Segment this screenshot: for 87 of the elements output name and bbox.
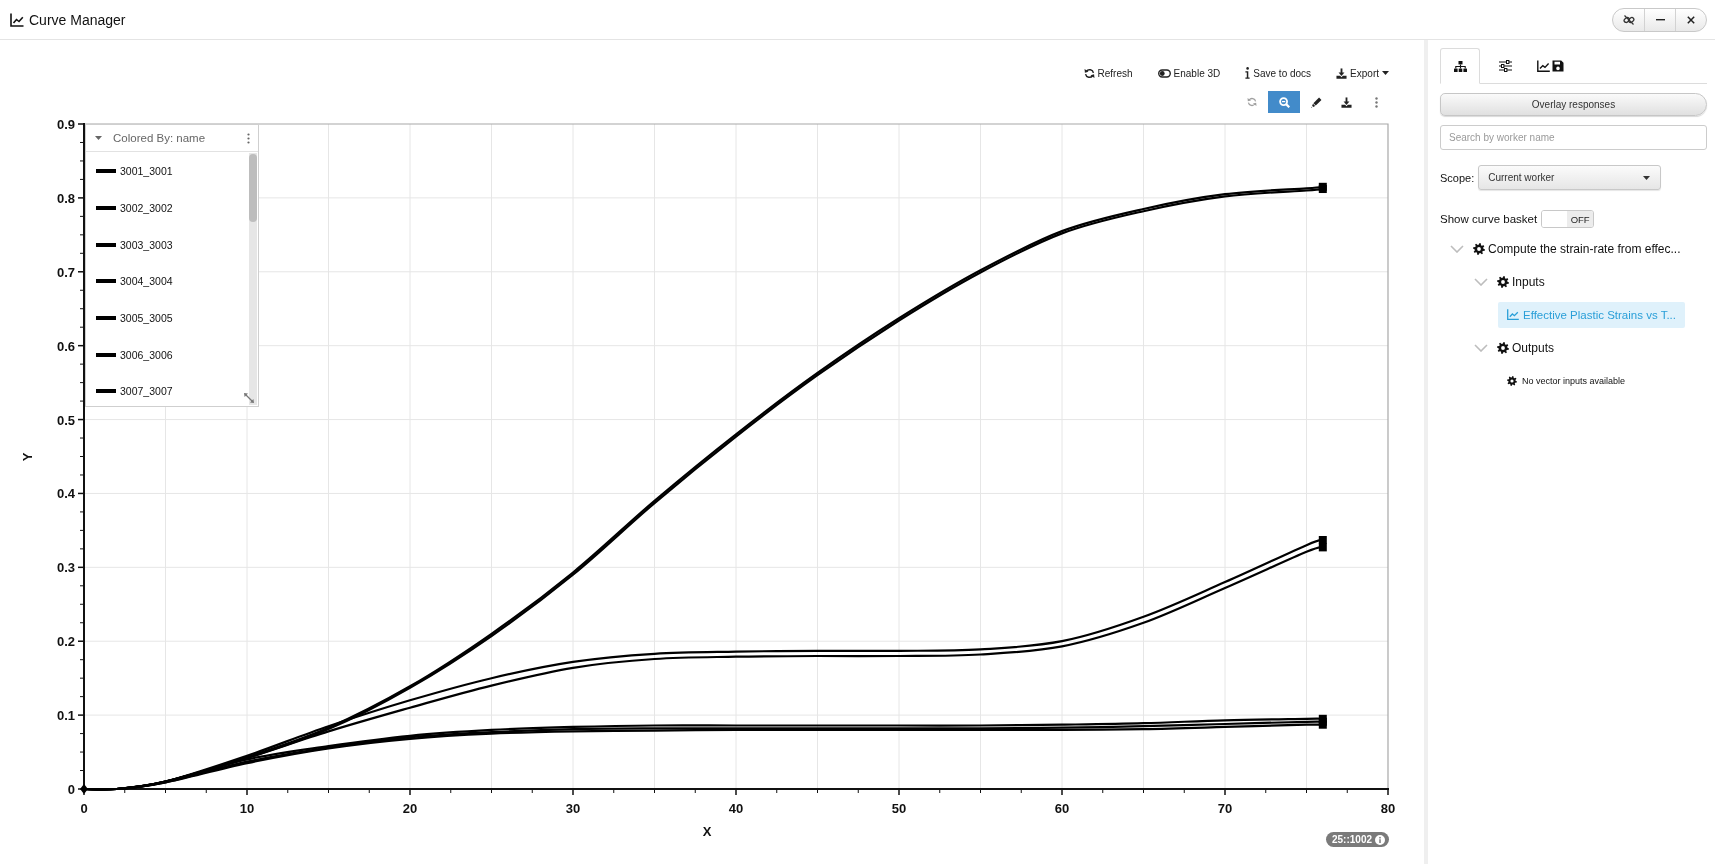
refresh-button[interactable]: Refresh xyxy=(1081,62,1135,84)
save-to-docs-button[interactable]: Save to docs xyxy=(1243,62,1314,84)
export-button[interactable]: Export xyxy=(1334,62,1391,84)
line-chart-icon xyxy=(1507,309,1519,320)
curve-end-marker xyxy=(1318,717,1327,726)
x-tick-label: 40 xyxy=(728,801,744,816)
hierarchy-icon xyxy=(1453,60,1467,72)
scope-dropdown[interactable]: Current worker xyxy=(1478,165,1662,190)
save-icon xyxy=(1551,60,1564,72)
resize-icon[interactable] xyxy=(244,393,254,403)
search-field[interactable]: Search by worker name xyxy=(1440,125,1707,150)
gear-icon xyxy=(1497,341,1509,354)
y-tick-label: 0.5 xyxy=(56,412,75,428)
y-tick-label: 0.4 xyxy=(56,486,75,502)
tree-node[interactable]: Compute the strain-rate from effec... xyxy=(1450,235,1685,262)
y-tick-label: 0.9 xyxy=(56,117,75,132)
caret-icon xyxy=(1382,71,1389,75)
close-icon xyxy=(1687,15,1695,24)
pen-icon xyxy=(1310,96,1322,108)
y-tick-label: 0.6 xyxy=(56,338,75,354)
info-icon[interactable] xyxy=(1375,834,1385,845)
y-tick-label: 0 xyxy=(67,782,75,797)
scrollbar-thumb[interactable] xyxy=(249,154,257,222)
panel-tab[interactable] xyxy=(1440,48,1480,84)
download-icon xyxy=(1340,96,1352,108)
x-tick-label: 10 xyxy=(239,801,255,816)
tree-node[interactable]: Outputs xyxy=(1474,334,1559,361)
legend-title: Colored By: name xyxy=(113,132,206,144)
sliders-icon xyxy=(1498,60,1512,72)
line-chart-icon xyxy=(10,12,24,27)
legend-item[interactable]: 3005_3005 xyxy=(86,299,177,337)
legend-scrollbar[interactable] xyxy=(249,153,257,405)
x-tick-label: 20 xyxy=(402,801,418,816)
legend-item[interactable]: 3001_3001 xyxy=(86,153,177,190)
overlay-responses-button[interactable]: Overlay responses xyxy=(1440,93,1707,116)
legend-item[interactable]: 3006_3006 xyxy=(86,336,177,374)
x-tick-label: 30 xyxy=(565,801,581,816)
gear-icon xyxy=(1473,242,1485,255)
line-chart-icon xyxy=(1536,60,1550,72)
download-icon xyxy=(1336,67,1348,79)
y-tick-label: 0.2 xyxy=(56,634,75,650)
legend-item[interactable]: 3002_3002 xyxy=(86,189,177,227)
enable-3d-button[interactable]: Enable 3D xyxy=(1155,62,1223,84)
start-marker xyxy=(80,784,88,794)
refresh-icon xyxy=(1083,67,1095,79)
y-axis-title: Y xyxy=(20,452,35,462)
y-tick-label: 0.1 xyxy=(56,708,75,724)
legend-swatch-icon xyxy=(96,316,116,321)
curve-basket-label: Show curve basket xyxy=(1440,213,1538,225)
x-axis-title: X xyxy=(702,824,712,839)
curve-basket-toggle[interactable]: OFF xyxy=(1541,210,1595,228)
x-tick-label: 50 xyxy=(891,801,907,816)
legend-swatch-icon xyxy=(96,389,116,394)
legend-swatch-icon xyxy=(96,279,116,284)
gear-icon xyxy=(1497,275,1509,288)
sync-icon xyxy=(1247,97,1257,107)
legend-swatch-icon xyxy=(96,169,116,174)
x-tick-label: 0 xyxy=(80,801,88,816)
y-tick-label: 0.7 xyxy=(56,264,75,280)
legend-swatch-icon xyxy=(96,352,116,357)
more-icon[interactable] xyxy=(247,132,250,144)
x-tick-label: 70 xyxy=(1217,801,1233,816)
gear-icon xyxy=(1507,375,1517,386)
zoom-button[interactable] xyxy=(1268,91,1300,113)
x-tick-label: 60 xyxy=(1054,801,1070,816)
legend-item[interactable]: 3007_3007 xyxy=(86,373,177,406)
curve-end-marker xyxy=(1318,543,1327,552)
legend-swatch-icon xyxy=(96,206,116,211)
minimize-icon xyxy=(1655,18,1665,21)
more-icon xyxy=(1374,96,1378,108)
scope-label: Scope: xyxy=(1440,171,1475,184)
broken-link-icon xyxy=(1622,13,1635,26)
info-icon xyxy=(1245,67,1251,79)
y-tick-label: 0.3 xyxy=(56,560,75,576)
window-title: Curve Manager xyxy=(29,11,126,28)
empty-message: No vector inputs available xyxy=(1522,375,1626,386)
caret-icon xyxy=(1643,175,1651,180)
record-count: 25::1002 xyxy=(1331,834,1372,845)
legend-item[interactable]: 3003_3003 xyxy=(86,226,177,264)
legend-swatch-icon xyxy=(96,242,116,247)
caret-icon[interactable] xyxy=(95,136,102,140)
toggle-icon xyxy=(1157,68,1171,78)
legend-item[interactable]: 3004_3004 xyxy=(86,263,177,300)
zoom-icon xyxy=(1278,96,1290,108)
tree-node[interactable]: Inputs xyxy=(1474,268,1549,295)
x-tick-label: 80 xyxy=(1380,801,1396,816)
y-tick-label: 0.8 xyxy=(56,190,75,206)
